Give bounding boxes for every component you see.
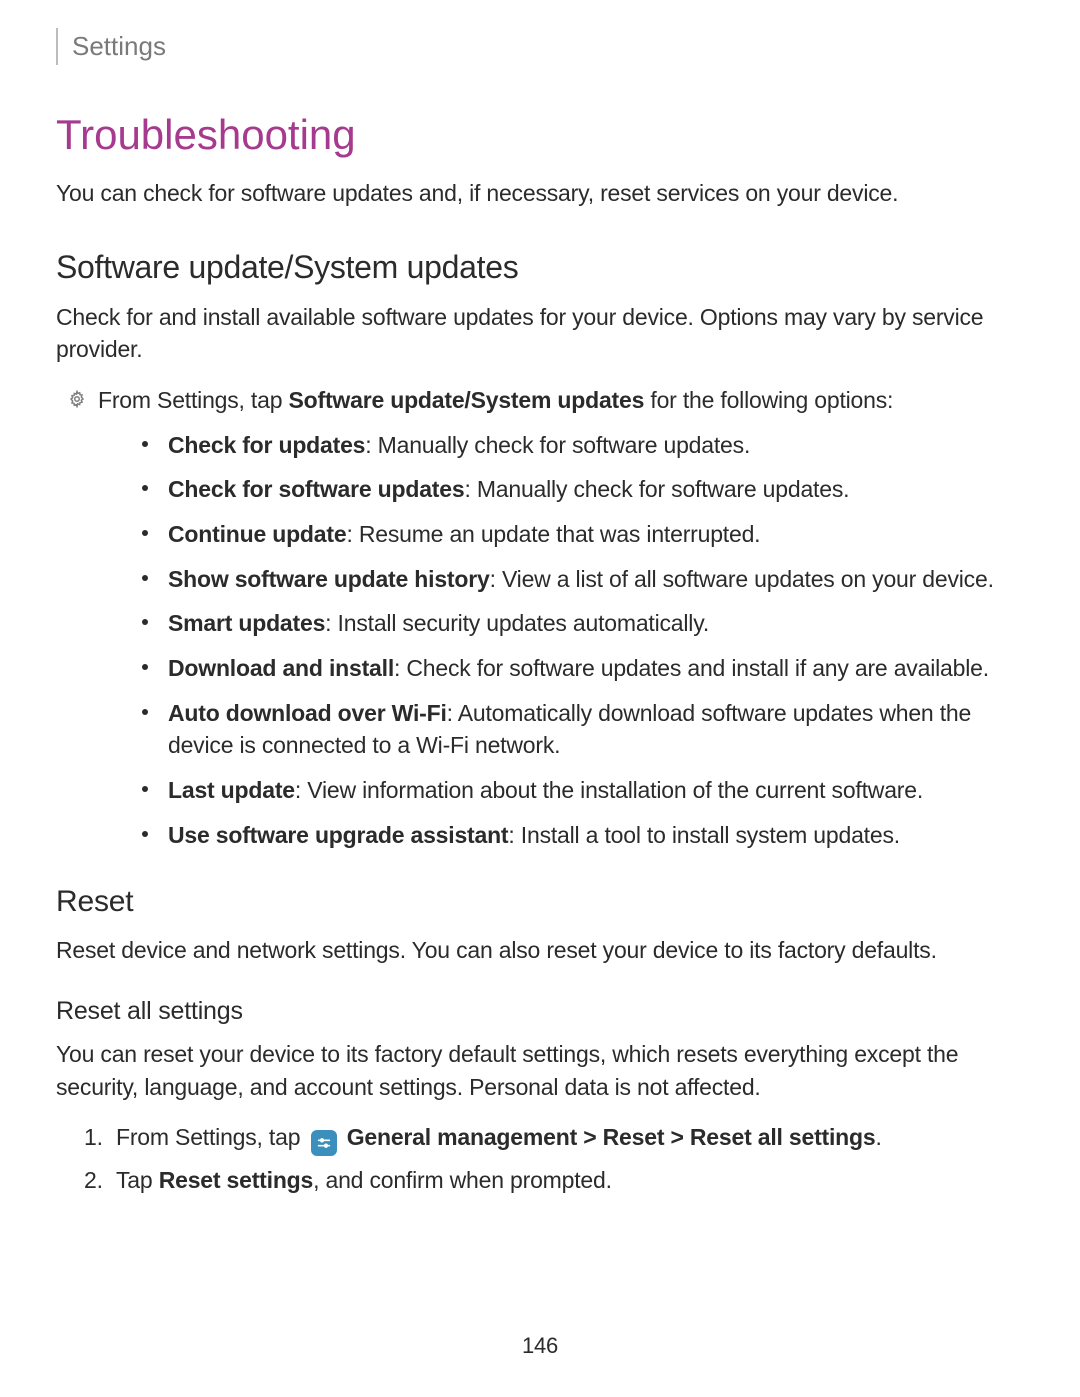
option-label: Continue update xyxy=(168,521,346,547)
option-desc: : Install a tool to install system updat… xyxy=(508,822,900,848)
list-item: Check for software updates: Manually che… xyxy=(142,473,1024,506)
sliders-icon xyxy=(311,1130,337,1156)
list-item: Smart updates: Install security updates … xyxy=(142,607,1024,640)
step-post: , and confirm when prompted. xyxy=(313,1167,612,1193)
option-desc: : View a list of all software updates on… xyxy=(490,566,994,592)
option-desc: : Resume an update that was interrupted. xyxy=(346,521,760,547)
option-desc: : Manually check for software updates. xyxy=(464,476,849,502)
list-item: Download and install: Check for software… xyxy=(142,652,1024,685)
option-label: Show software update history xyxy=(168,566,490,592)
list-item: Last update: View information about the … xyxy=(142,774,1024,807)
option-label: Check for updates xyxy=(168,432,365,458)
step-post: . xyxy=(875,1124,881,1150)
list-item: Continue update: Resume an update that w… xyxy=(142,518,1024,551)
step-bold: General management > Reset > Reset all s… xyxy=(347,1124,876,1150)
gear-bold: Software update/System updates xyxy=(289,387,645,413)
breadcrumb: Settings xyxy=(56,28,1024,65)
option-label: Last update xyxy=(168,777,295,803)
section-reset-body: Reset device and network settings. You c… xyxy=(56,934,1024,967)
step-item: Tap Reset settings, and confirm when pro… xyxy=(84,1164,1024,1197)
section-reset-all-heading: Reset all settings xyxy=(56,994,1024,1030)
option-label: Use software upgrade assistant xyxy=(168,822,508,848)
option-desc: : Check for software updates and install… xyxy=(394,655,989,681)
option-label: Auto download over Wi-Fi xyxy=(168,700,447,726)
gear-instruction-text: From Settings, tap Software update/Syste… xyxy=(98,384,893,417)
option-desc: : Manually check for software updates. xyxy=(365,432,750,458)
gear-icon xyxy=(68,390,86,408)
gear-instruction: From Settings, tap Software update/Syste… xyxy=(68,384,1024,417)
section-software-update-heading: Software update/System updates xyxy=(56,245,1024,290)
list-item: Auto download over Wi-Fi: Automatically … xyxy=(142,697,1024,762)
software-update-options: Check for updates: Manually check for so… xyxy=(142,429,1024,852)
intro-text: You can check for software updates and, … xyxy=(56,177,1024,210)
option-label: Check for software updates xyxy=(168,476,464,502)
section-reset-heading: Reset xyxy=(56,881,1024,924)
list-item: Check for updates: Manually check for so… xyxy=(142,429,1024,462)
step-bold: Reset settings xyxy=(159,1167,313,1193)
step-item: From Settings, tap General management > … xyxy=(84,1121,1024,1156)
page-root: Settings Troubleshooting You can check f… xyxy=(0,0,1080,1397)
option-desc: : Install security updates automatically… xyxy=(325,610,709,636)
list-item: Show software update history: View a lis… xyxy=(142,563,1024,596)
step-pre: From Settings, tap xyxy=(116,1124,307,1150)
page-number: 146 xyxy=(0,1330,1080,1361)
option-label: Download and install xyxy=(168,655,394,681)
option-desc: : View information about the installatio… xyxy=(295,777,923,803)
reset-steps: From Settings, tap General management > … xyxy=(84,1121,1024,1197)
list-item: Use software upgrade assistant: Install … xyxy=(142,819,1024,852)
section-reset-all-body: You can reset your device to its factory… xyxy=(56,1038,1024,1103)
option-label: Smart updates xyxy=(168,610,325,636)
gear-post: for the following options: xyxy=(644,387,893,413)
gear-pre: From Settings, tap xyxy=(98,387,289,413)
section-software-update-body: Check for and install available software… xyxy=(56,301,1024,366)
step-pre: Tap xyxy=(116,1167,159,1193)
page-title: Troubleshooting xyxy=(56,105,1024,165)
